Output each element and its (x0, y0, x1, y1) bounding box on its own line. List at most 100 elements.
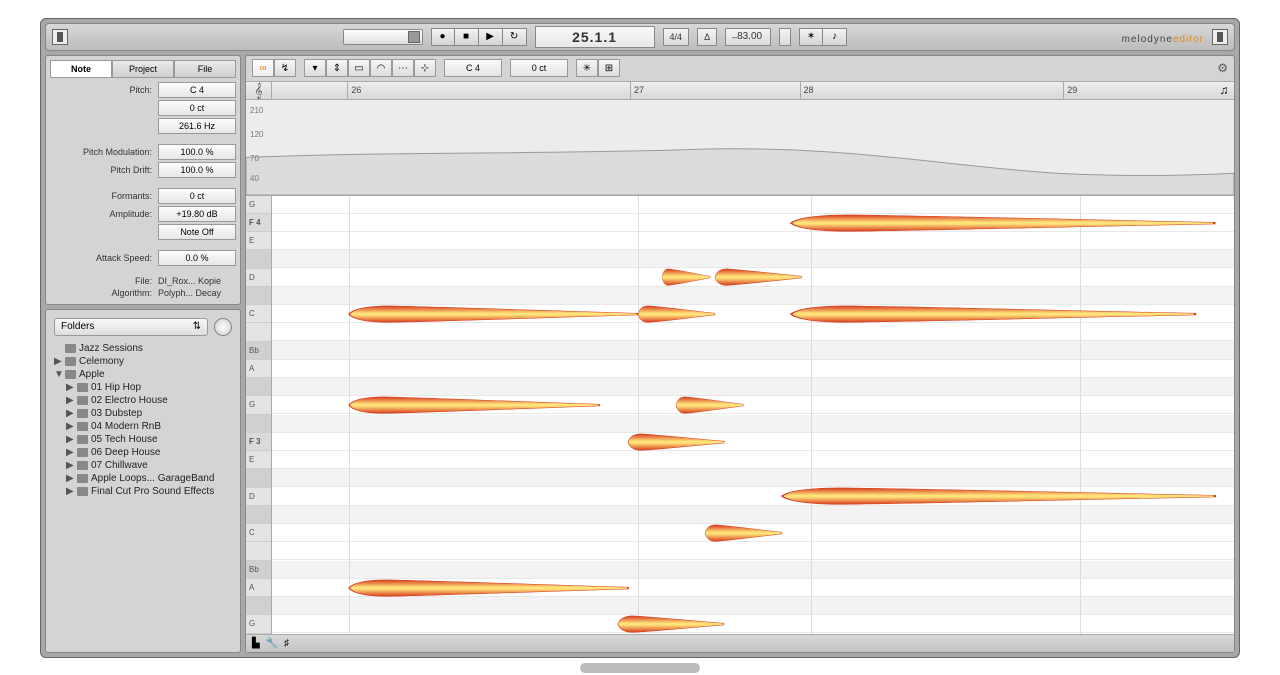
main-tool[interactable]: ▾ (304, 59, 326, 77)
pitch-key[interactable]: G (246, 196, 271, 214)
position-display[interactable]: 25.1.1 (535, 26, 655, 48)
pitch-key[interactable]: E (246, 451, 271, 469)
pitch-key[interactable]: Bb (246, 561, 271, 579)
footer-wrench-icon[interactable]: 🔧 (266, 638, 278, 649)
pitch-key[interactable]: D (246, 269, 271, 287)
time-signature[interactable]: 4/4 (663, 28, 690, 46)
tree-item[interactable]: ▶02 Electro House (54, 394, 232, 407)
pitch-note-field[interactable]: C 4 (158, 82, 236, 98)
tree-item[interactable]: ▶Apple Loops... GarageBand (54, 472, 232, 485)
note-blob[interactable] (676, 396, 743, 414)
tab-file[interactable]: File (174, 60, 236, 78)
note-blob[interactable] (638, 305, 715, 323)
note-grid[interactable]: GF 4EDCBbAGF 3EDCBbAG (246, 196, 1234, 634)
pitch-key[interactable] (246, 469, 271, 487)
drift-field[interactable]: 100.0 % (158, 162, 236, 178)
pitch-key[interactable] (246, 287, 271, 305)
pitch-key[interactable]: E (246, 232, 271, 250)
tree-item[interactable]: ▶01 Hip Hop (54, 381, 232, 394)
pitch-tool[interactable]: ⇕ (326, 59, 348, 77)
note-blob[interactable] (618, 615, 724, 633)
toolbar-pitch-readout[interactable]: C 4 (444, 59, 502, 77)
preview-volume-dial[interactable] (214, 318, 232, 336)
autoscroll-slider[interactable] (343, 29, 423, 45)
pitch-key[interactable]: F 3 (246, 433, 271, 451)
pitch-key[interactable]: C (246, 305, 271, 323)
timeline-ruler[interactable]: 𝄞 26272829 ♫ (246, 82, 1234, 100)
formant-tool[interactable]: ▭ (348, 59, 370, 77)
overview-lane[interactable]: 2101207040 (246, 100, 1234, 196)
pitch-key[interactable] (246, 415, 271, 433)
pitch-hz-field[interactable]: 261.6 Hz (158, 118, 236, 134)
note-blob[interactable] (662, 268, 710, 286)
toolbar-cents-readout[interactable]: 0 ct (510, 59, 568, 77)
tab-project[interactable]: Project (112, 60, 174, 78)
timing-tool[interactable]: ⋯ (392, 59, 414, 77)
stop-button[interactable]: ■ (455, 28, 479, 46)
pitch-cents-field[interactable]: 0 ct (158, 100, 236, 116)
tree-item[interactable]: ▶Final Cut Pro Sound Effects (54, 485, 232, 498)
scale-button[interactable]: ♪ (823, 28, 847, 46)
pitch-key[interactable]: G (246, 615, 271, 633)
note-blob[interactable] (349, 579, 628, 597)
tab-note[interactable]: Note (50, 60, 112, 78)
pitch-key[interactable] (246, 378, 271, 396)
tree-item[interactable]: ▶05 Tech House (54, 433, 232, 446)
pitch-key[interactable] (246, 323, 271, 341)
note-blob[interactable] (715, 268, 802, 286)
pitch-key[interactable]: A (246, 360, 271, 378)
pitch-key[interactable]: C (246, 524, 271, 542)
tree-item[interactable]: ▶03 Dubstep (54, 407, 232, 420)
play-button[interactable]: ▶ (479, 28, 503, 46)
amp-field[interactable]: +19.80 dB (158, 206, 236, 222)
pitch-key[interactable]: D (246, 488, 271, 506)
metronome-icon[interactable]: Δ (697, 28, 717, 46)
tempo-display[interactable]: – 83.00 (725, 28, 771, 46)
horizontal-scrollbar[interactable] (580, 663, 700, 673)
attack-field[interactable]: 0.0 % (158, 250, 236, 266)
pitch-key[interactable] (246, 597, 271, 615)
record-button[interactable]: ● (431, 28, 455, 46)
link-tool[interactable]: ∞ (252, 59, 274, 77)
algo-label: Algorithm: (50, 288, 154, 298)
tree-item[interactable]: Jazz Sessions (54, 342, 232, 355)
note-blob[interactable] (705, 524, 782, 542)
note-blob[interactable] (349, 396, 599, 414)
tree-item[interactable]: ▶Celemony (54, 355, 232, 368)
separation-tool[interactable]: ⊹ (414, 59, 436, 77)
pitch-key[interactable] (246, 250, 271, 268)
tree-item[interactable]: ▶07 Chillwave (54, 459, 232, 472)
alt-tool[interactable]: ↯ (274, 59, 296, 77)
mod-field[interactable]: 100.0 % (158, 144, 236, 160)
note-off-button[interactable]: Note Off (158, 224, 236, 240)
cycle-button[interactable]: ↻ (503, 28, 527, 46)
tree-item[interactable]: ▶06 Deep House (54, 446, 232, 459)
bar-marker: 29 (1063, 82, 1077, 99)
correct-pitch-button[interactable]: ✳ (576, 59, 598, 77)
pitch-key[interactable] (246, 542, 271, 560)
tree-item[interactable]: ▼Apple (54, 368, 232, 381)
note-blob[interactable] (349, 305, 638, 323)
tree-item[interactable]: ▶04 Modern RnB (54, 420, 232, 433)
settings-gear-icon[interactable]: ⚙ (1217, 61, 1228, 75)
note-blob[interactable] (628, 433, 724, 451)
pitch-key[interactable]: A (246, 579, 271, 597)
footer-tool-icon[interactable]: ▙ (252, 638, 260, 649)
formants-field[interactable]: 0 ct (158, 188, 236, 204)
pitch-key[interactable] (246, 506, 271, 524)
pitch-key[interactable]: F 4 (246, 214, 271, 232)
note-blob[interactable] (791, 305, 1195, 323)
tempo-curve-button[interactable] (779, 28, 791, 46)
note-blob[interactable] (791, 214, 1214, 232)
footer-hash-icon[interactable]: ♯ (284, 638, 289, 649)
amplitude-tool[interactable]: ◠ (370, 59, 392, 77)
pitch-key[interactable]: G (246, 396, 271, 414)
folder-icon (65, 344, 76, 353)
quantize-time-button[interactable]: ⊞ (598, 59, 620, 77)
browser-mode-dropdown[interactable]: Folders⇅ (54, 318, 208, 336)
quantize-button[interactable]: ✶ (799, 28, 823, 46)
note-blob[interactable] (782, 487, 1215, 505)
left-panel-toggle[interactable] (52, 29, 68, 45)
right-panel-toggle[interactable] (1212, 29, 1228, 45)
pitch-key[interactable]: Bb (246, 342, 271, 360)
